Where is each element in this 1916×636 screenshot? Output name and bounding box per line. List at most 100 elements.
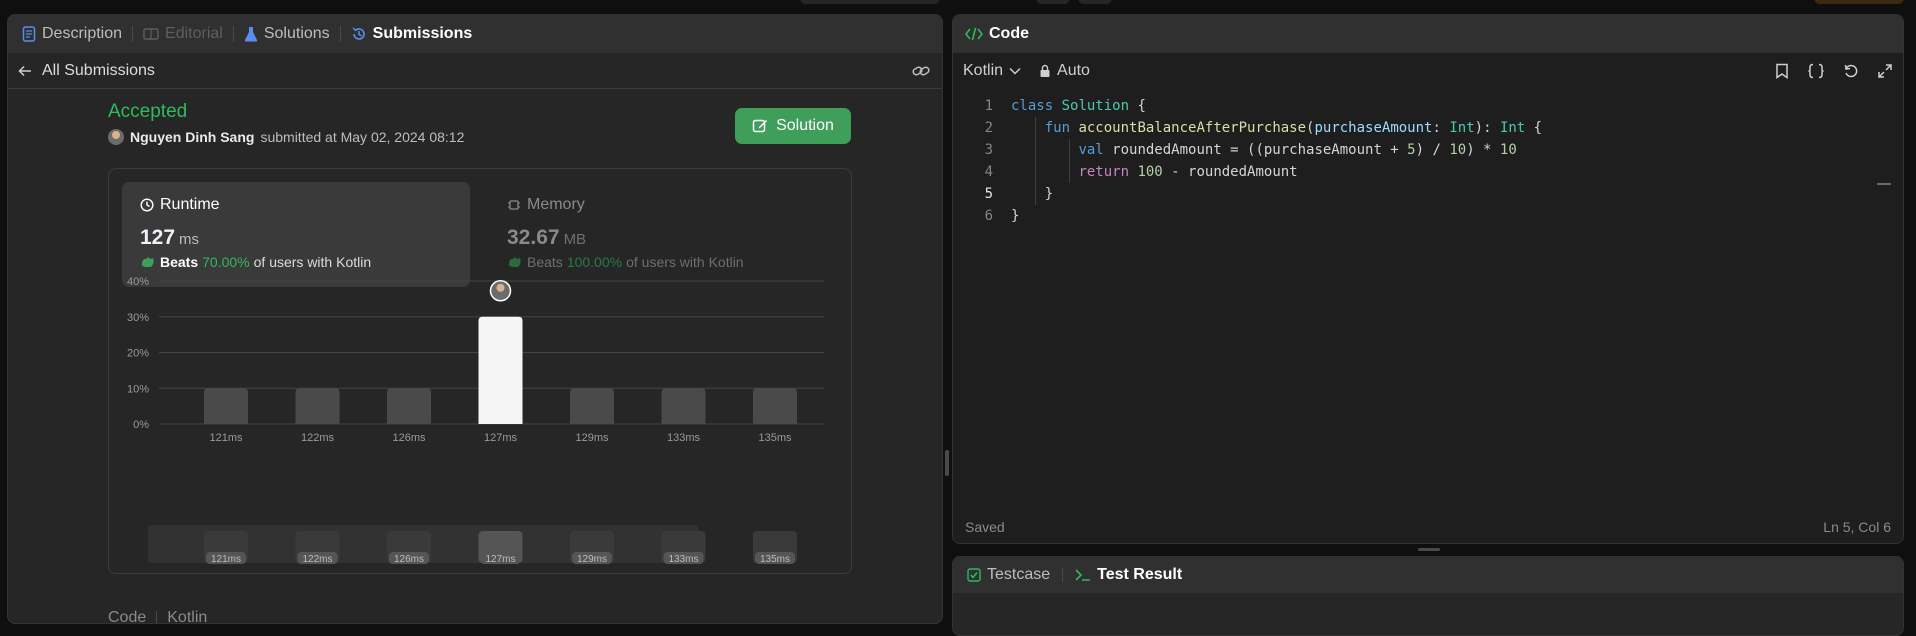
keyword: fun (1044, 120, 1071, 136)
chart-bar[interactable] (753, 388, 797, 424)
x-tick-label: 129ms (575, 432, 609, 444)
line-number: 5 (984, 186, 993, 202)
description-icon (22, 26, 36, 42)
submission-panel: Description Editorial Solutions Submissi… (7, 14, 943, 624)
keyword: class (1011, 98, 1054, 114)
flask-icon (244, 27, 257, 42)
brush-label: 135ms (760, 554, 790, 565)
brush-label: 127ms (485, 554, 515, 565)
y-tick-label: 30% (127, 312, 149, 324)
keyword: val (1078, 142, 1104, 158)
auto-mode[interactable]: Auto (1039, 62, 1090, 80)
chart-bar[interactable] (204, 388, 248, 424)
tab-label: Submissions (372, 25, 473, 42)
format-braces-icon[interactable] (1807, 63, 1825, 79)
history-icon (352, 27, 365, 40)
chart-bar[interactable] (295, 388, 340, 424)
cursor-position: Ln 5, Col 6 (1823, 519, 1891, 535)
edit-icon (752, 119, 768, 133)
chart-bar[interactable] (387, 388, 431, 424)
stats-card: Runtime 127 ms Beats 70.00% of users with… (108, 168, 852, 574)
x-tick-label: 126ms (392, 432, 426, 444)
avatar[interactable] (108, 129, 124, 145)
number: 100 (1137, 164, 1163, 180)
bookmark-icon[interactable] (1775, 63, 1789, 79)
tab-testcase[interactable]: Testcase (987, 566, 1050, 584)
chevron-down-icon (1009, 67, 1021, 75)
indent-guide (1035, 117, 1036, 205)
checkbox-icon (967, 568, 981, 582)
code-toolbar: Kotlin Auto (953, 53, 1903, 89)
brush-label: 126ms (394, 554, 424, 565)
submitter-name[interactable]: Nguyen Dinh Sang (130, 129, 254, 145)
line-number: 2 (984, 120, 993, 136)
top-toolbar-button[interactable] (800, 0, 940, 4)
test-panel-header: Testcase Test Result (953, 557, 1903, 593)
auto-mode-label: Auto (1057, 62, 1090, 79)
chart-bar[interactable] (661, 388, 706, 424)
status-accepted: Accepted (108, 101, 188, 122)
top-toolbar-button[interactable] (1078, 0, 1112, 4)
solution-button-label: Solution (776, 117, 834, 134)
number: 10 (1499, 142, 1517, 158)
tab-test-result[interactable]: Test Result (1097, 566, 1182, 584)
tab-solutions[interactable]: Solutions (244, 15, 330, 53)
number: 5 (1407, 142, 1416, 158)
x-tick-label: 122ms (301, 432, 335, 444)
reset-icon[interactable] (1843, 63, 1859, 79)
tab-divider (339, 26, 341, 42)
all-submissions-link[interactable]: All Submissions (18, 62, 155, 80)
tab-description[interactable]: Description (22, 15, 122, 53)
tab-divider (232, 26, 234, 42)
chart-bar[interactable] (478, 316, 523, 424)
code-line: 4 return 100 - roundedAmount (953, 161, 1903, 183)
runtime-distribution-chart[interactable]: 0% 10% 20% 30% 40% 121ms 121ms 122ms 122ms 126ms 1… (109, 169, 853, 575)
y-tick-label: 0% (133, 419, 149, 431)
line-number: 4 (984, 164, 993, 180)
code-line: 2 fun accountBalanceAfterPurchase(purcha… (953, 117, 1903, 139)
top-strip (0, 0, 1916, 10)
link-icon[interactable] (912, 64, 930, 78)
code-line: 3 val roundedAmount = ((purchaseAmount +… (953, 139, 1903, 161)
code-label: Code (108, 609, 147, 624)
y-tick-label: 20% (127, 348, 149, 360)
submission-summary: Accepted Nguyen Dinh Sang submitted at M… (108, 101, 464, 145)
arrow-left-icon (18, 65, 31, 76)
parameter: purchaseAmount (1314, 120, 1433, 136)
chart-bar[interactable] (570, 388, 614, 424)
top-toolbar-button[interactable] (1036, 0, 1070, 4)
line-number: 6 (984, 208, 993, 224)
code-status-bar: Saved Ln 5, Col 6 (953, 511, 1903, 543)
brush-label: 133ms (668, 554, 698, 565)
language-label: Kotlin (167, 609, 208, 624)
premium-button[interactable] (1814, 0, 1904, 4)
saved-status: Saved (965, 519, 1005, 535)
number: 10 (1449, 142, 1467, 158)
vertical-resize-handle[interactable] (945, 450, 949, 476)
test-panel: Testcase Test Result (952, 556, 1904, 636)
code-editor[interactable]: 1 class Solution { 2 fun accountBalanceA… (953, 89, 1903, 227)
tab-label: Solutions (263, 25, 330, 42)
x-tick-label: 121ms (209, 432, 243, 444)
code-line: 5 } (953, 183, 1903, 205)
lock-icon (1040, 64, 1050, 77)
submitted-at: submitted at May 02, 2024 08:12 (260, 129, 465, 145)
solution-button[interactable]: Solution (735, 108, 851, 144)
language-select[interactable]: Kotlin (963, 62, 1021, 80)
editorial-icon (143, 28, 159, 40)
expand-icon[interactable] (1877, 63, 1893, 79)
code-section-header: Code Kotlin (108, 609, 208, 624)
brush-label: 129ms (577, 554, 607, 565)
code-line: 1 class Solution { (953, 95, 1903, 117)
horizontal-resize-handle[interactable] (1418, 548, 1440, 551)
tab-editorial[interactable]: Editorial (143, 15, 223, 53)
x-tick-label: 135ms (758, 432, 792, 444)
divider (156, 611, 158, 623)
class-name: Solution (1061, 98, 1130, 114)
code-panel-header: Code (953, 15, 1903, 53)
y-tick-label: 10% (127, 383, 149, 395)
submission-subbar: All Submissions (8, 53, 942, 89)
language-select-value: Kotlin (963, 62, 1004, 79)
code-icon (965, 27, 983, 41)
tab-submissions[interactable]: Submissions (351, 15, 473, 53)
